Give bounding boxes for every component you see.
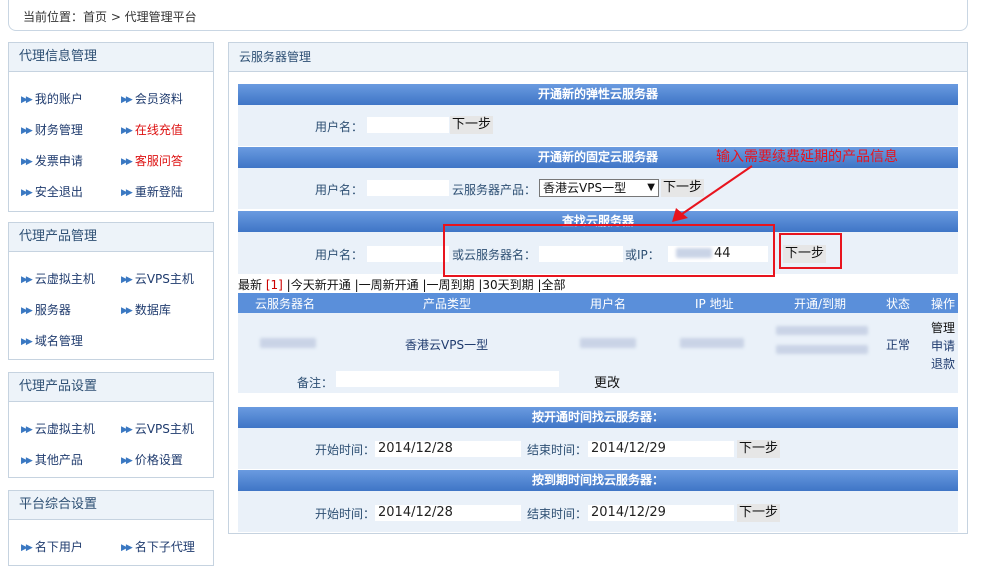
annotation-text: 输入需要续费延期的产品信息 bbox=[716, 149, 898, 165]
annotation-arrow bbox=[672, 165, 753, 222]
